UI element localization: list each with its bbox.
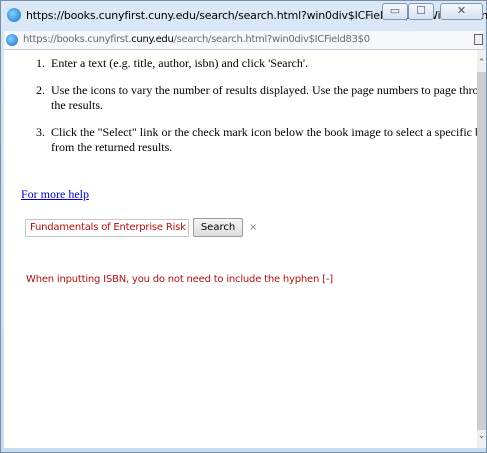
- clear-icon[interactable]: ×: [249, 222, 257, 233]
- instruction-text: Use the icons to vary the number of resu…: [51, 83, 477, 112]
- instruction-text: Enter a text (e.g. title, author, isbn) …: [51, 56, 309, 70]
- ie-icon: [6, 34, 18, 46]
- instruction-number: 3.: [36, 125, 45, 139]
- ie-icon: [7, 8, 21, 22]
- title-bar[interactable]: https://books.cunyfirst.cuny.edu/search/…: [1, 1, 487, 30]
- instruction-number: 1.: [36, 56, 45, 70]
- browser-window: https://books.cunyfirst.cuny.edu/search/…: [0, 0, 487, 453]
- close-button[interactable]: ✕: [440, 3, 483, 20]
- url-prefix: https://books.cunyfirst.: [23, 34, 132, 45]
- url-domain: cuny.edu: [131, 34, 174, 45]
- maximize-button[interactable]: ☐: [408, 3, 434, 20]
- more-help-link[interactable]: For more help: [21, 187, 89, 202]
- address-bar[interactable]: https://books.cunyfirst.cuny.edu/search/…: [4, 31, 483, 50]
- vertical-scrollbar[interactable]: ⌃ ⌄: [477, 50, 486, 448]
- url-suffix: /search/search.html?win0div$ICField83$0: [173, 34, 371, 45]
- instructions-list: 1. Enter a text (e.g. title, author, isb…: [4, 56, 477, 167]
- page-icon[interactable]: [474, 34, 483, 45]
- minimize-button[interactable]: ▭: [382, 3, 408, 20]
- search-button[interactable]: Search: [193, 218, 243, 237]
- isbn-note: When inputting ISBN, you do not need to …: [26, 274, 333, 285]
- instruction-item: 3. Click the "Select" link or the check …: [36, 125, 477, 155]
- chevron-up-icon[interactable]: ⌃: [477, 57, 486, 67]
- scroll-thumb[interactable]: [477, 72, 486, 430]
- instruction-item: 2. Use the icons to vary the number of r…: [36, 83, 477, 113]
- search-input[interactable]: Fundamentals of Enterprise Risk: [25, 219, 189, 237]
- instruction-text: Click the "Select" link or the check mar…: [51, 125, 477, 154]
- page-content: 1. Enter a text (e.g. title, author, isb…: [4, 50, 477, 448]
- address-url[interactable]: https://books.cunyfirst.cuny.edu/search/…: [23, 34, 370, 45]
- instruction-item: 1. Enter a text (e.g. title, author, isb…: [36, 56, 477, 71]
- chevron-down-icon[interactable]: ⌄: [477, 430, 486, 440]
- instruction-number: 2.: [36, 83, 45, 97]
